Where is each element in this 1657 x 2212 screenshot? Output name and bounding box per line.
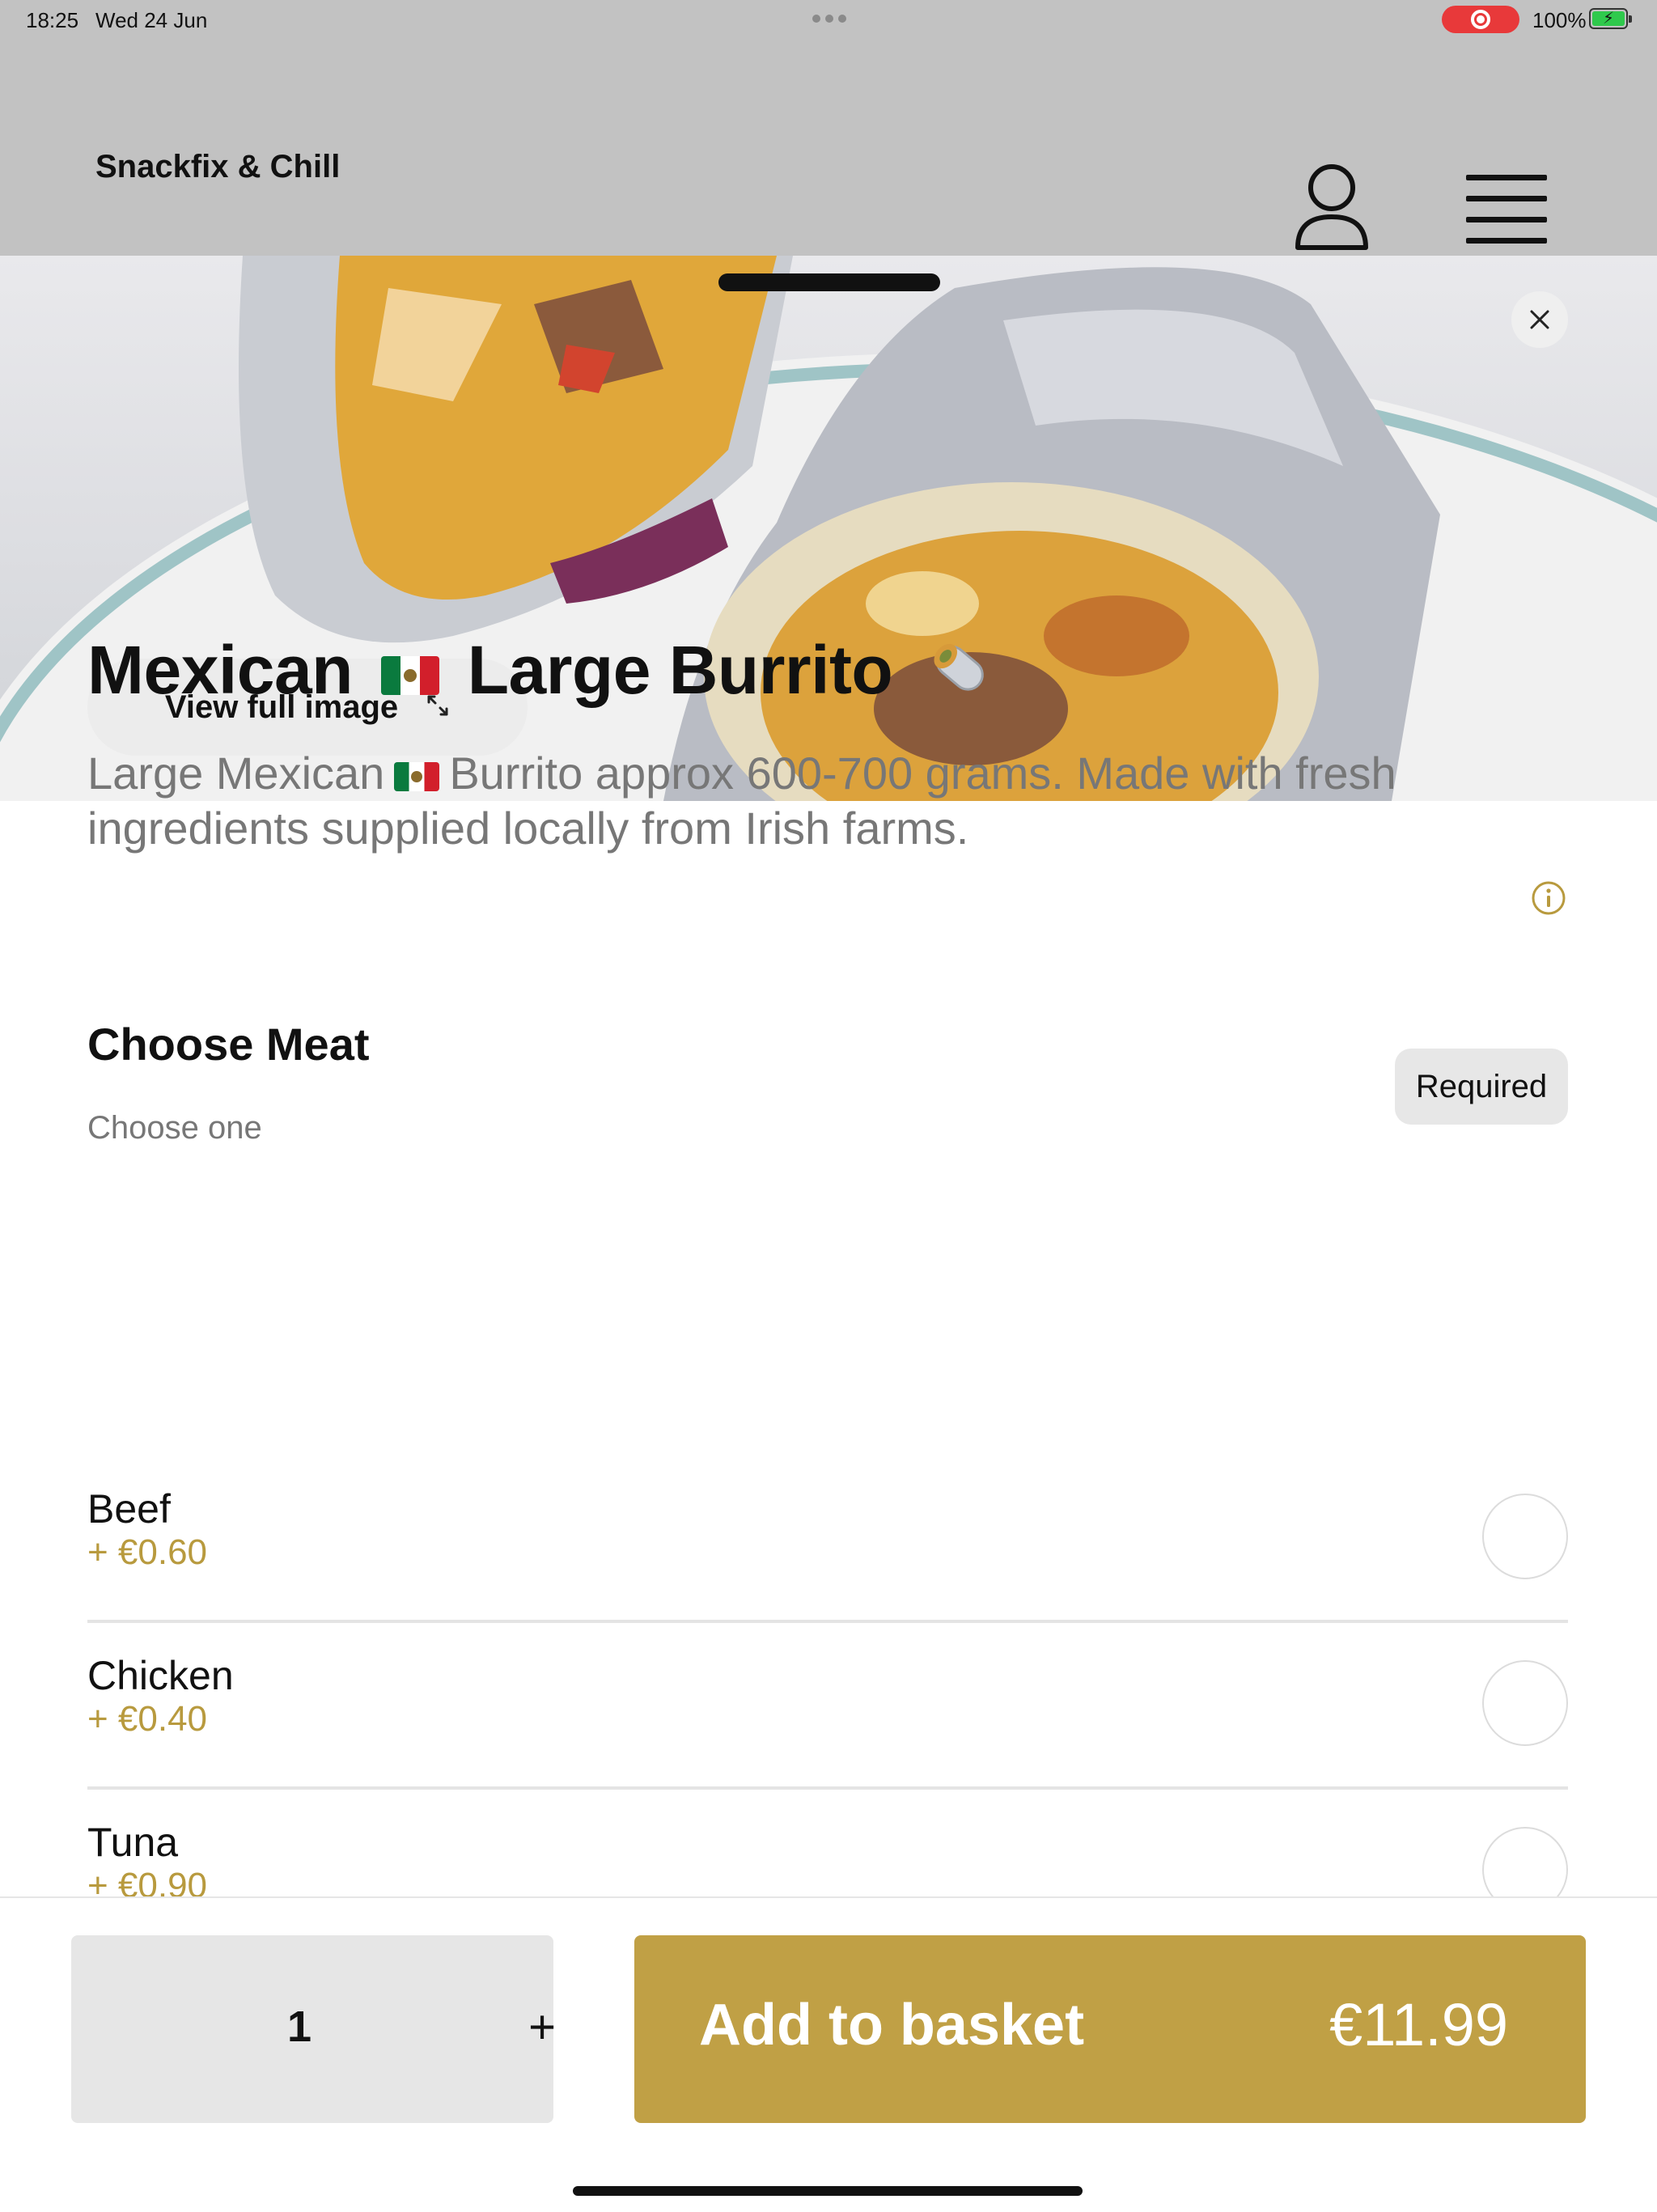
- title-text-1: Mexican: [87, 632, 354, 709]
- section-title: Choose Meat: [87, 1019, 370, 1070]
- bottom-action-bar: 1 + Add to basket €11.99: [0, 1896, 1657, 2212]
- option-name: Tuna: [87, 1820, 179, 1865]
- desc-text-1: Large Mexican: [87, 748, 385, 799]
- option-price: + €0.40: [87, 1699, 208, 1739]
- burrito-icon: [924, 631, 997, 720]
- option-name: Chicken: [87, 1653, 234, 1698]
- close-icon[interactable]: [1511, 291, 1568, 348]
- multitask-dots-icon[interactable]: [812, 15, 846, 23]
- product-description: Large Mexican Burrito approx 600-700 gram…: [87, 746, 1560, 856]
- home-indicator[interactable]: [573, 2186, 1083, 2196]
- option-name: Beef: [87, 1486, 171, 1532]
- status-time: 18:25: [26, 8, 79, 32]
- option-price: + €0.60: [87, 1532, 208, 1572]
- radio-button[interactable]: [1482, 1660, 1568, 1746]
- radio-button[interactable]: [1482, 1494, 1568, 1579]
- option-row-beef[interactable]: Beef + €0.60: [87, 1456, 1568, 1623]
- menu-icon[interactable]: [1466, 175, 1549, 248]
- option-row-chicken[interactable]: Chicken + €0.40: [87, 1623, 1568, 1790]
- sheet-drag-handle[interactable]: [718, 273, 940, 291]
- quantity-stepper: 1 +: [71, 1935, 556, 2123]
- battery-percent: 100%: [1532, 8, 1587, 32]
- quantity-value: 1: [286, 2002, 312, 2051]
- screen-recording-icon[interactable]: [1442, 6, 1519, 33]
- brand-name[interactable]: Snackfix & Chill: [95, 149, 340, 185]
- battery-icon: ⚡: [1589, 8, 1632, 29]
- title-text-2: Large Burrito: [467, 632, 893, 709]
- product-title: Mexican Large Burrito: [87, 631, 997, 720]
- required-badge: Required: [1395, 1049, 1568, 1125]
- mexico-flag-icon: [380, 656, 439, 695]
- account-icon[interactable]: [1291, 163, 1372, 261]
- app-header: Snackfix & Chill: [0, 39, 1657, 256]
- section-subtitle: Choose one: [87, 1110, 262, 1146]
- add-to-basket-button[interactable]: Add to basket €11.99: [634, 1935, 1586, 2123]
- quantity-plus-button[interactable]: +: [518, 2000, 566, 2054]
- total-price: €11.99: [1329, 1991, 1508, 2058]
- status-bar: 18:25 Wed 24 Jun 100% ⚡: [0, 0, 1657, 39]
- info-icon[interactable]: [1531, 880, 1566, 916]
- mexico-flag-icon: [394, 762, 440, 792]
- status-date: Wed 24 Jun: [95, 8, 208, 32]
- add-to-basket-label: Add to basket: [699, 1993, 1085, 2057]
